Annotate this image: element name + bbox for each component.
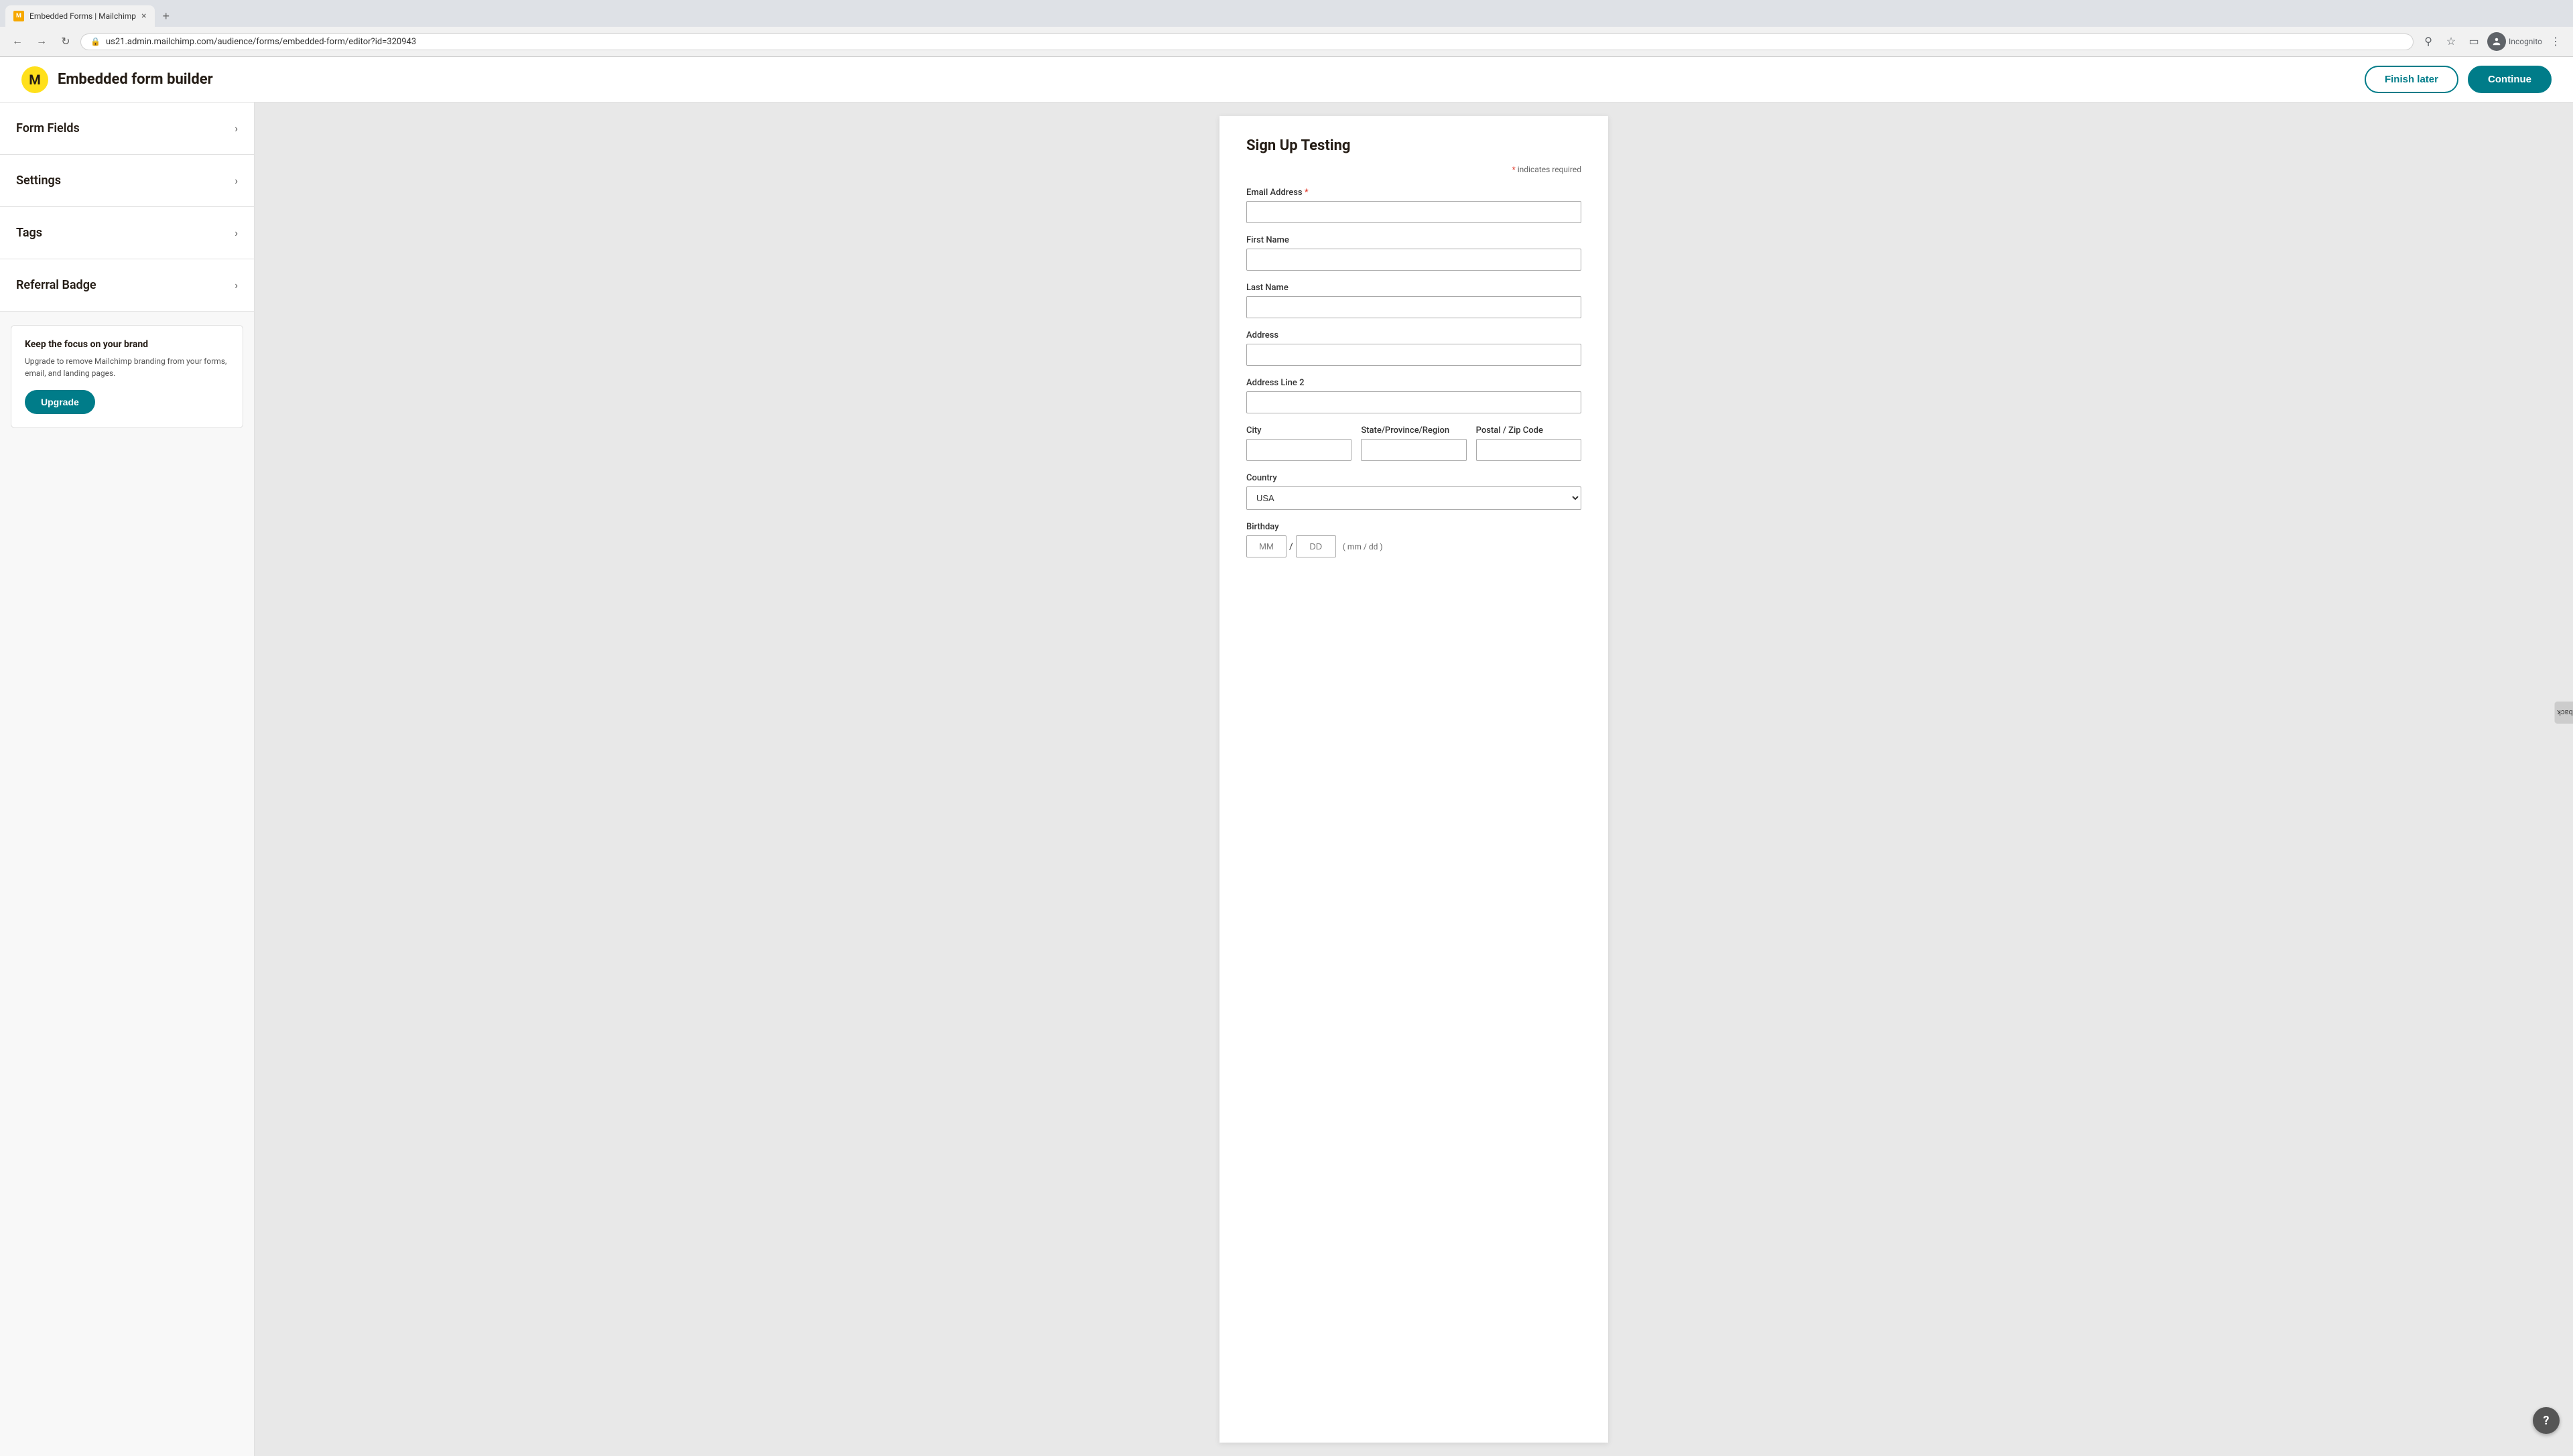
sidebar-item-tags[interactable]: Tags ›: [0, 207, 254, 259]
forward-button[interactable]: →: [32, 32, 51, 51]
chevron-icon-settings: ›: [235, 174, 238, 187]
field-address2: Address Line 2: [1246, 378, 1581, 413]
tab-bar: M Embedded Forms | Mailchimp × +: [0, 0, 2573, 27]
sidebar-item-referral-badge[interactable]: Referral Badge ›: [0, 259, 254, 312]
lock-icon: 🔒: [90, 37, 101, 46]
field-label-birthday: Birthday: [1246, 522, 1581, 532]
browser-chrome: M Embedded Forms | Mailchimp × + ← → ↻ 🔒…: [0, 0, 2573, 57]
form-preview-title: Sign Up Testing: [1246, 137, 1581, 154]
field-country: Country USA Canada United Kingdom Austra…: [1246, 473, 1581, 510]
field-address: Address: [1246, 330, 1581, 366]
input-state[interactable]: [1361, 439, 1466, 461]
field-label-email: Email Address *: [1246, 188, 1581, 198]
required-note: * indicates required: [1246, 165, 1581, 174]
active-tab[interactable]: M Embedded Forms | Mailchimp ×: [5, 5, 155, 27]
app-body: Form Fields › Settings › Tags › Referral…: [0, 103, 2573, 1456]
upgrade-card-title: Keep the focus on your brand: [25, 339, 229, 350]
input-birthday-mm[interactable]: [1246, 535, 1286, 557]
chevron-icon-form-fields: ›: [235, 122, 238, 135]
canvas-area: Sign Up Testing * indicates required Ema…: [255, 103, 2573, 1456]
upgrade-card: Keep the focus on your brand Upgrade to …: [11, 325, 243, 428]
birthday-row: / ( mm / dd ): [1246, 535, 1581, 557]
row-city-state-zip: City State/Province/Region Postal / Zip …: [1246, 425, 1581, 461]
input-address[interactable]: [1246, 344, 1581, 366]
refresh-button[interactable]: ↻: [56, 32, 75, 51]
feedback-tab[interactable]: Feedback: [2554, 702, 2573, 724]
field-first-name: First Name: [1246, 235, 1581, 271]
required-note-text: indicates required: [1518, 165, 1581, 174]
bookmark-icon[interactable]: ☆: [2442, 32, 2460, 51]
field-label-state: State/Province/Region: [1361, 425, 1466, 436]
svg-text:M: M: [29, 72, 41, 88]
address-bar[interactable]: 🔒 us21.admin.mailchimp.com/audience/form…: [80, 34, 2414, 50]
finish-later-button[interactable]: Finish later: [2365, 66, 2458, 93]
form-preview: Sign Up Testing * indicates required Ema…: [1219, 116, 1608, 1443]
field-label-address2: Address Line 2: [1246, 378, 1581, 388]
input-zip[interactable]: [1476, 439, 1581, 461]
field-label-last-name: Last Name: [1246, 283, 1581, 293]
app-title: Embedded form builder: [58, 71, 213, 88]
continue-button[interactable]: Continue: [2468, 66, 2552, 93]
app-header: M Embedded form builder Finish later Con…: [0, 57, 2573, 103]
search-icon[interactable]: ⚲: [2419, 32, 2438, 51]
input-last-name[interactable]: [1246, 296, 1581, 318]
chevron-icon-referral-badge: ›: [235, 279, 238, 291]
required-star: *: [1512, 165, 1516, 174]
sidebar: Form Fields › Settings › Tags › Referral…: [0, 103, 255, 1456]
field-state: State/Province/Region: [1361, 425, 1466, 461]
input-city[interactable]: [1246, 439, 1351, 461]
upgrade-button[interactable]: Upgrade: [25, 390, 95, 414]
birthday-separator: /: [1289, 541, 1293, 552]
select-country[interactable]: USA Canada United Kingdom Australia Germ…: [1246, 486, 1581, 510]
menu-icon[interactable]: ⋮: [2546, 32, 2565, 51]
new-tab-button[interactable]: +: [157, 7, 176, 26]
field-label-address: Address: [1246, 330, 1581, 340]
address-text[interactable]: us21.admin.mailchimp.com/audience/forms/…: [106, 37, 2403, 47]
field-city: City: [1246, 425, 1351, 461]
field-label-zip: Postal / Zip Code: [1476, 425, 1581, 436]
input-address2[interactable]: [1246, 391, 1581, 413]
incognito-icon: [2487, 32, 2506, 51]
field-label-city: City: [1246, 425, 1351, 436]
sidebar-item-settings[interactable]: Settings ›: [0, 155, 254, 207]
input-first-name[interactable]: [1246, 249, 1581, 271]
input-birthday-dd[interactable]: [1296, 535, 1336, 557]
birthday-hint: ( mm / dd ): [1343, 542, 1383, 551]
header-buttons: Finish later Continue: [2365, 66, 2552, 93]
tab-close-icon[interactable]: ×: [141, 11, 146, 21]
field-label-first-name: First Name: [1246, 235, 1581, 245]
tab-favicon: M: [13, 11, 24, 21]
input-email[interactable]: [1246, 201, 1581, 223]
browser-right-icons: ⚲ ☆ ▭ Incognito ⋮: [2419, 32, 2565, 51]
field-label-country: Country: [1246, 473, 1581, 483]
incognito-badge: Incognito: [2487, 32, 2542, 51]
mailchimp-logo: M: [21, 66, 48, 93]
required-star-email: *: [1305, 188, 1309, 198]
field-birthday: Birthday / ( mm / dd ): [1246, 522, 1581, 557]
back-button[interactable]: ←: [8, 32, 27, 51]
chevron-icon-tags: ›: [235, 226, 238, 239]
tab-title: Embedded Forms | Mailchimp: [29, 11, 136, 21]
extensions-icon[interactable]: ▭: [2464, 32, 2483, 51]
help-button[interactable]: ?: [2533, 1407, 2560, 1434]
header-left: M Embedded form builder: [21, 66, 213, 93]
incognito-label: Incognito: [2509, 37, 2542, 46]
field-email: Email Address *: [1246, 188, 1581, 223]
upgrade-card-description: Upgrade to remove Mailchimp branding fro…: [25, 355, 229, 379]
browser-controls: ← → ↻ 🔒 us21.admin.mailchimp.com/audienc…: [0, 27, 2573, 56]
field-zip: Postal / Zip Code: [1476, 425, 1581, 461]
sidebar-item-form-fields[interactable]: Form Fields ›: [0, 103, 254, 155]
field-last-name: Last Name: [1246, 283, 1581, 318]
